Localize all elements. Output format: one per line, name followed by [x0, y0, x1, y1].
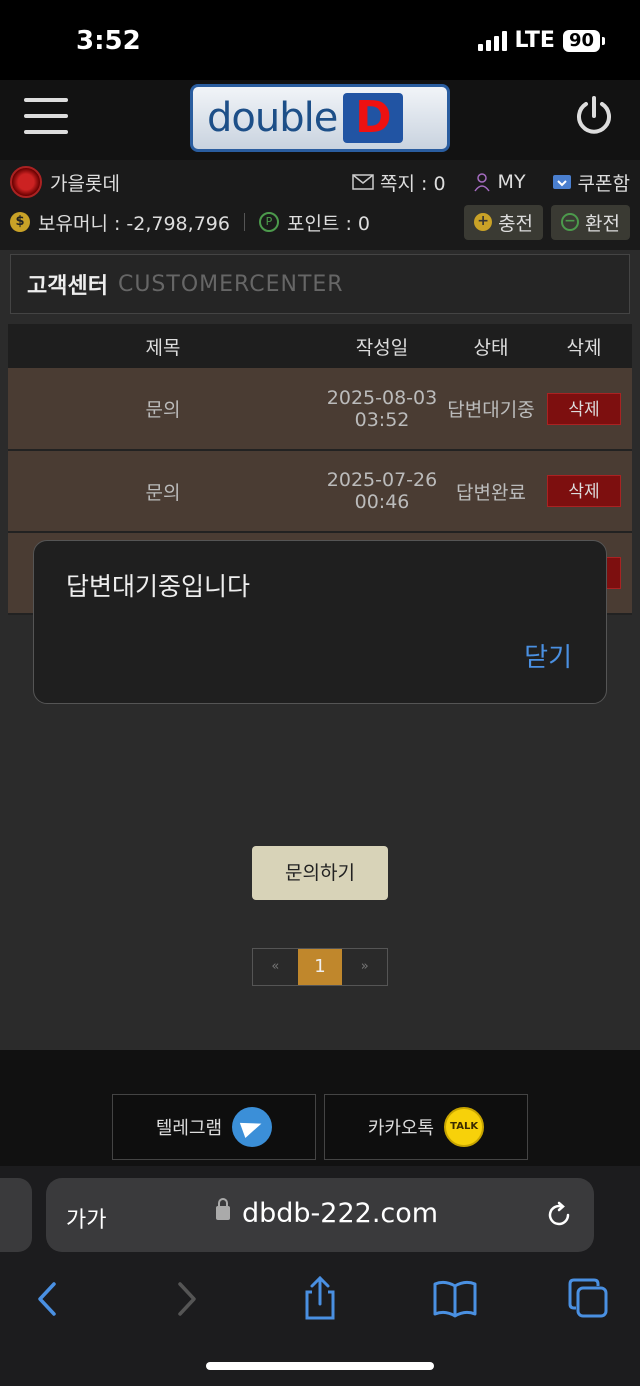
- username: 가을롯데: [50, 172, 120, 195]
- header-delete: 삭제: [536, 324, 632, 368]
- row-title[interactable]: 문의: [8, 450, 318, 533]
- menu-icon[interactable]: [24, 98, 68, 134]
- address-bar[interactable]: 가가 dbdb-222.com: [46, 1178, 594, 1252]
- mail-link[interactable]: 쪽지 : 0: [352, 169, 446, 196]
- logo-word: double: [207, 95, 338, 141]
- row-delete-cell: 삭제: [536, 450, 632, 533]
- home-indicator[interactable]: [206, 1362, 434, 1370]
- back-icon[interactable]: [22, 1274, 72, 1324]
- mail-label: 쪽지 : 0: [380, 172, 446, 195]
- status-icons: LTE 90: [477, 28, 606, 53]
- charge-button[interactable]: + 충전: [464, 204, 544, 240]
- kakao-button[interactable]: 카카오톡 TALK: [324, 1094, 528, 1160]
- alert-close-button[interactable]: 닫기: [524, 637, 572, 674]
- row-status: 답변완료: [446, 450, 536, 533]
- share-icon[interactable]: [295, 1274, 345, 1324]
- exchange-label: 환전: [585, 212, 620, 235]
- envelope-icon: [352, 174, 374, 190]
- status-bar: 3:52 LTE 90: [0, 0, 640, 80]
- charge-label: 충전: [498, 212, 534, 235]
- browser-toolbar: 가가 dbdb-222.com: [0, 1166, 640, 1386]
- alert-dialog: 답변대기중입니다 닫기: [33, 540, 607, 704]
- row-status: 답변대기중: [446, 368, 536, 451]
- alert-message: 답변대기중입니다: [66, 572, 251, 601]
- forward-icon[interactable]: [160, 1274, 210, 1324]
- header-title: 제목: [8, 324, 318, 368]
- battery-icon: 90: [562, 29, 606, 52]
- site-header: double D: [0, 80, 640, 160]
- kakao-icon: TALK: [444, 1107, 485, 1147]
- exchange-button[interactable]: − 환전: [551, 204, 630, 240]
- avatar: [10, 166, 42, 198]
- site-logo[interactable]: double D: [190, 84, 450, 152]
- bookmarks-icon[interactable]: [430, 1274, 480, 1324]
- plus-icon: +: [474, 213, 493, 231]
- user-bar: 가을롯데 쪽지 : 0 MY 쿠폰함 $ 보유머니 : -2,798,796 P…: [0, 160, 640, 250]
- next-page-button[interactable]: »: [342, 949, 388, 985]
- coupon-icon: [552, 175, 571, 189]
- telegram-label: 텔레그램: [155, 1118, 223, 1139]
- money-label: 보유머니 : -2,798,796: [38, 212, 230, 235]
- clock: 3:52: [76, 26, 141, 56]
- footer: 텔레그램 카카오톡 TALK: [0, 1050, 640, 1170]
- tabs-icon[interactable]: [566, 1274, 616, 1324]
- lock-icon: [216, 1198, 230, 1220]
- divider: [243, 213, 245, 231]
- row-title[interactable]: 문의: [8, 368, 318, 451]
- reload-icon[interactable]: [544, 1200, 574, 1230]
- signal-icon: [477, 30, 507, 51]
- reader-settings-button[interactable]: 가가: [66, 1202, 106, 1234]
- telegram-icon: [232, 1107, 273, 1147]
- table-row[interactable]: 문의 2025-08-03 03:52 답변대기중 삭제: [8, 368, 632, 451]
- pagination: « 1 »: [252, 948, 388, 986]
- previous-tab-peek[interactable]: [0, 1178, 32, 1252]
- my-label: MY: [497, 171, 526, 193]
- prev-page-button[interactable]: «: [253, 949, 298, 985]
- kakao-label: 카카오톡: [367, 1118, 435, 1139]
- row-date: 2025-07-26 00:46: [318, 450, 446, 533]
- page-title: 고객센터 CUSTOMERCENTER: [10, 254, 630, 314]
- coupon-link[interactable]: 쿠폰함: [552, 169, 630, 196]
- telegram-button[interactable]: 텔레그램: [112, 1094, 316, 1160]
- point-icon: P: [258, 212, 279, 232]
- row-delete-cell: 삭제: [536, 368, 632, 451]
- point-label: 포인트 : 0: [286, 212, 370, 235]
- row-date: 2025-08-03 03:52: [318, 368, 446, 451]
- page-title-ko: 고객센터: [27, 274, 108, 299]
- delete-button[interactable]: 삭제: [547, 475, 621, 507]
- ask-button[interactable]: 문의하기: [252, 846, 388, 900]
- coupon-label: 쿠폰함: [577, 172, 630, 195]
- money-icon: $: [10, 212, 30, 232]
- row-date-day: 2025-08-03: [326, 386, 438, 409]
- user-icon: [473, 173, 490, 192]
- header-status: 상태: [446, 324, 536, 368]
- minus-icon: −: [561, 213, 580, 231]
- page-1-button[interactable]: 1: [297, 949, 343, 985]
- row-date-day: 2025-07-26: [326, 469, 438, 491]
- network-type: LTE: [514, 28, 555, 53]
- url-text[interactable]: dbdb-222.com: [242, 1198, 438, 1229]
- row-date-time: 03:52: [354, 408, 410, 431]
- page-title-en: CUSTOMERCENTER: [117, 271, 344, 297]
- row-date-time: 00:46: [354, 491, 410, 513]
- header-date: 작성일: [318, 324, 446, 368]
- delete-button[interactable]: 삭제: [547, 392, 621, 425]
- table-header: 제목 작성일 상태 삭제: [8, 324, 632, 368]
- my-link[interactable]: MY: [472, 171, 526, 193]
- table-row[interactable]: 문의 2025-07-26 00:46 답변완료 삭제: [8, 450, 632, 533]
- power-icon[interactable]: [572, 94, 616, 138]
- logo-letter: D: [343, 93, 404, 143]
